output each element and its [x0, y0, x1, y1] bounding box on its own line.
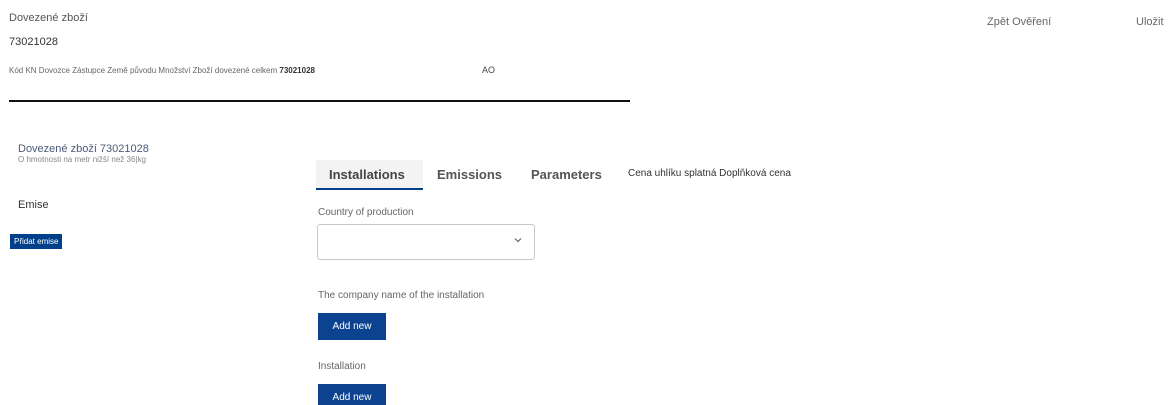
goods-title: Dovezené zboží 73021028	[18, 143, 149, 155]
country-of-production-select[interactable]	[317, 224, 535, 260]
meta-row: Kód KN Dovozce Zástupce Země původu Množ…	[9, 66, 315, 75]
active-tab-indicator	[316, 188, 423, 190]
verify-link[interactable]: Ověření	[1012, 16, 1051, 28]
page-title: Dovezené zboží	[9, 12, 88, 24]
add-emission-button[interactable]: Přidat emise	[10, 234, 63, 249]
country-of-production-label: Country of production	[318, 207, 414, 218]
section-divider	[9, 100, 630, 102]
installation-label: Installation	[318, 361, 366, 372]
tab-installations[interactable]: Installations	[329, 167, 405, 182]
goods-subtitle: O hmotnosti na metr nižší než 36|kg	[18, 155, 146, 164]
chevron-down-icon	[514, 238, 522, 243]
page-code: 73021028	[9, 36, 58, 48]
meta-labels: Kód KN Dovozce Zástupce Země původu Množ…	[9, 66, 278, 75]
emissions-label: Emise	[18, 199, 49, 211]
back-link[interactable]: Zpět	[987, 16, 1009, 28]
add-installation-button[interactable]: Add new	[318, 384, 386, 405]
tab-emissions[interactable]: Emissions	[437, 167, 502, 182]
carbon-price-label: Cena uhlíku splatná Doplňková cena	[628, 168, 791, 179]
tab-parameters[interactable]: Parameters	[531, 167, 602, 182]
header-actions: Zpět Ověření	[987, 16, 1051, 28]
add-company-button[interactable]: Add new	[318, 313, 386, 340]
meta-origin-value: AO	[482, 65, 496, 75]
save-link[interactable]: Uložit	[1136, 16, 1164, 28]
company-name-label: The company name of the installation	[318, 290, 485, 301]
meta-total-code: 73021028	[279, 66, 315, 75]
